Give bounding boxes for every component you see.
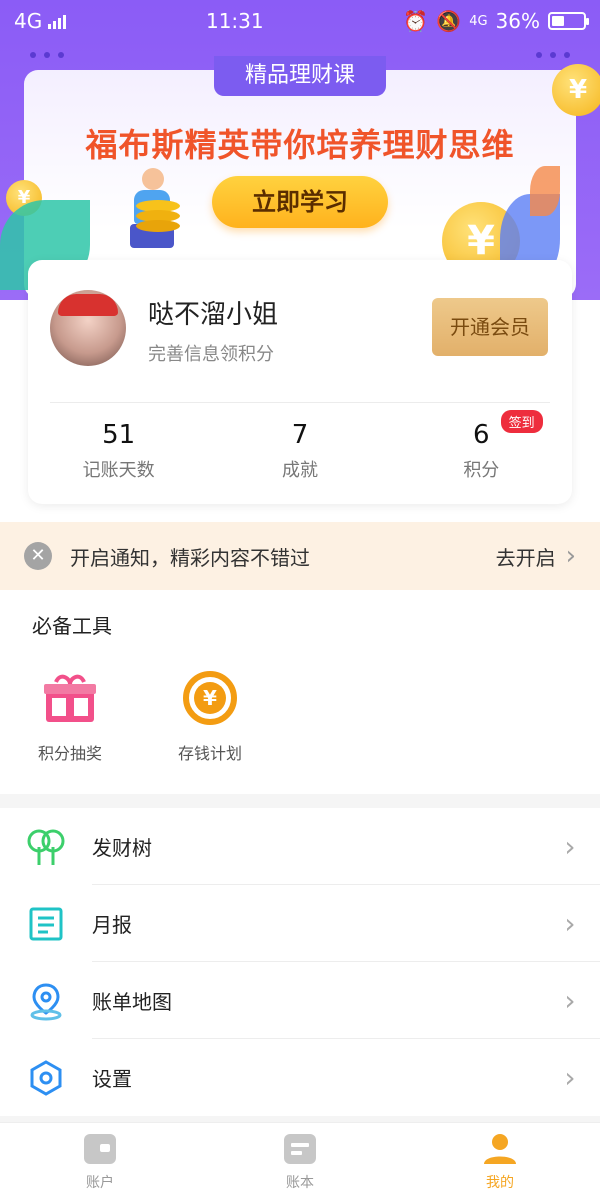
gift-icon — [44, 674, 96, 722]
menu-item-monthly-report[interactable]: 月报 › — [0, 885, 600, 962]
banner-tab: 精品理财课 — [214, 56, 386, 96]
nav-tab-mine[interactable]: 我的 — [400, 1123, 600, 1200]
report-icon — [29, 907, 63, 940]
settings-icon — [30, 1059, 62, 1096]
complete-info-link[interactable]: 完善信息领积分 — [148, 340, 274, 366]
bottom-nav: 账户 账本 我的 — [0, 1122, 600, 1200]
banner-dots-left — [30, 52, 64, 58]
network-label: 4G — [14, 9, 43, 33]
yuan-coin-icon: ¥ — [183, 671, 237, 725]
tree-icon — [27, 829, 65, 865]
person-icon — [484, 1133, 516, 1164]
chevron-right-icon: › — [564, 1061, 576, 1094]
clock: 11:31 — [205, 9, 264, 33]
sign-in-badge[interactable]: 签到 — [500, 410, 543, 433]
close-icon[interactable]: ✕ — [24, 542, 52, 570]
tool-label: 存钱计划 — [177, 744, 242, 763]
menu-label: 设置 — [92, 1067, 132, 1091]
tool-saving-plan[interactable]: ¥ 存钱计划 — [140, 668, 280, 764]
stat-label: 积分 — [463, 460, 500, 481]
network-extra: 4G — [469, 13, 488, 29]
stat-points[interactable]: 签到 6 积分 — [391, 410, 572, 482]
alarm-icon: ⏰ — [403, 9, 429, 33]
coin-top-right-icon: ¥ — [552, 64, 600, 116]
stat-achievements[interactable]: 7 成就 — [209, 420, 390, 482]
notification-bar: ✕ 开启通知，精彩内容不错过 去开启 › — [0, 522, 600, 590]
banner-dots-right — [536, 52, 570, 58]
learn-now-button[interactable]: 立即学习 — [212, 176, 388, 228]
header-background: 4G 11:31 ⏰ 🔕 4G 36% 精品理财课 福布斯精英带你培养理财思维 … — [0, 0, 600, 300]
divider — [50, 402, 550, 403]
menu-label: 账单地图 — [92, 990, 172, 1014]
notice-action-label: 去开启 — [495, 545, 556, 570]
notice-text: 开启通知，精彩内容不错过 — [70, 545, 310, 570]
chevron-right-icon: › — [564, 830, 576, 863]
nav-label: 账户 — [86, 1174, 114, 1191]
nav-label: 账本 — [286, 1174, 314, 1191]
avatar[interactable] — [50, 290, 126, 366]
mute-icon: 🔕 — [436, 9, 462, 33]
signal-icon — [48, 13, 67, 29]
profile-card: 哒不溜小姐 完善信息领积分 开通会员 51 记账天数 7 成就 签到 6 积分 — [28, 260, 572, 504]
open-vip-button[interactable]: 开通会员 — [432, 298, 548, 356]
battery-percent: 36% — [495, 9, 540, 33]
map-pin-icon — [30, 982, 62, 1020]
tool-label: 积分抽奖 — [37, 744, 102, 763]
menu-item-bill-map[interactable]: 账单地图 › — [0, 962, 600, 1039]
coin-stack-icon — [136, 200, 180, 232]
status-bar: 4G 11:31 ⏰ 🔕 4G 36% — [0, 0, 600, 42]
section-gap — [0, 794, 600, 808]
chevron-right-icon: › — [564, 984, 576, 1017]
stat-label: 成就 — [281, 460, 318, 481]
banner-headline: 福布斯精英带你培养理财思维 — [85, 126, 515, 164]
stats-row: 51 记账天数 7 成就 签到 6 积分 — [28, 410, 572, 482]
enable-notification-link[interactable]: 去开启 › — [496, 541, 576, 571]
menu-item-settings[interactable]: 设置 › — [0, 1039, 600, 1116]
stat-value: 51 — [102, 420, 136, 450]
svg-text:¥: ¥ — [203, 686, 217, 710]
chevron-right-icon: › — [564, 907, 576, 940]
ledger-icon — [284, 1133, 316, 1164]
tool-points-lottery[interactable]: 积分抽奖 — [0, 668, 140, 764]
menu-label: 月报 — [92, 913, 132, 937]
user-name[interactable]: 哒不溜小姐 — [148, 294, 278, 331]
leaf-decoration-orange — [530, 166, 560, 216]
tools-row: 积分抽奖 ¥ 存钱计划 — [0, 668, 600, 764]
stat-label: 记账天数 — [82, 460, 155, 481]
stat-value: 7 — [291, 420, 309, 450]
stat-record-days[interactable]: 51 记账天数 — [28, 420, 209, 482]
menu-list: 发财树 › 月报 › 账单地图 › 设置 › — [0, 808, 600, 1116]
menu-label: 发财树 — [92, 836, 152, 860]
battery-icon — [548, 12, 589, 30]
menu-item-fortune-tree[interactable]: 发财树 › — [0, 808, 600, 885]
nav-tab-ledger[interactable]: 账本 — [200, 1123, 400, 1200]
tools-title: 必备工具 — [32, 614, 112, 638]
chevron-right-icon: › — [565, 541, 576, 571]
nav-tab-account[interactable]: 账户 — [0, 1123, 200, 1200]
nav-label: 我的 — [486, 1174, 514, 1191]
wallet-icon — [84, 1133, 116, 1164]
stat-value: 6 — [473, 420, 490, 450]
